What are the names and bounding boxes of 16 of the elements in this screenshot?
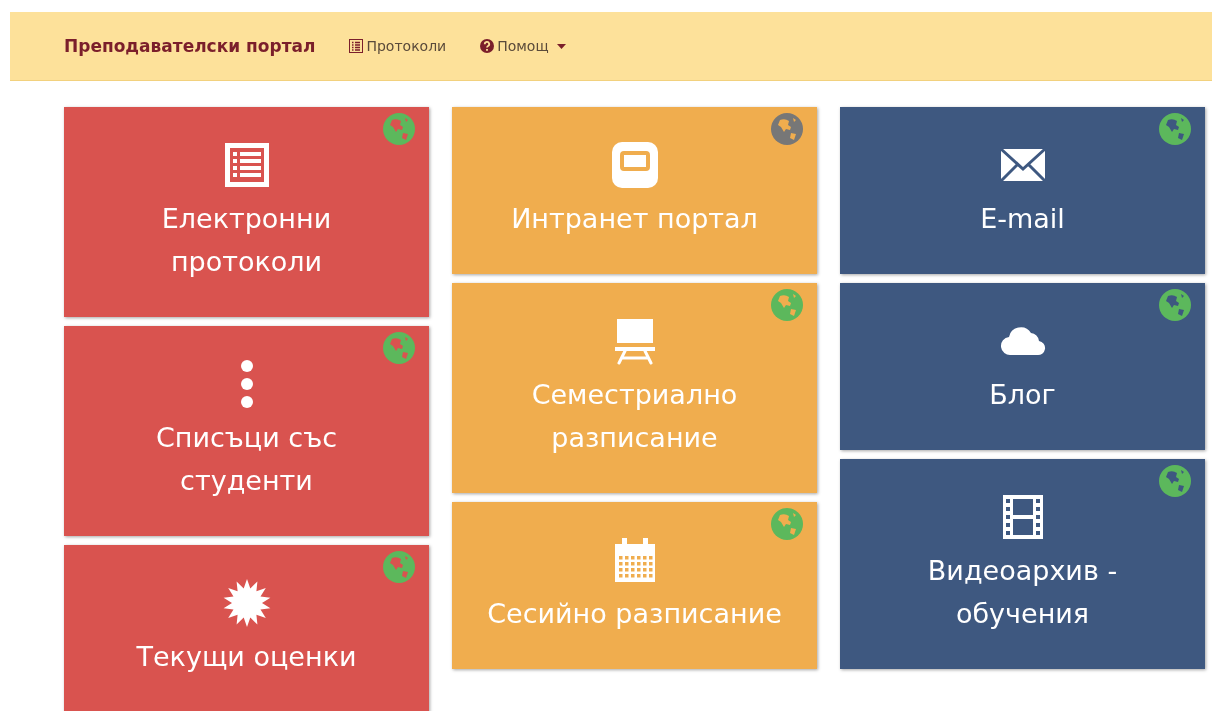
panel-icon: [610, 141, 659, 189]
nav-link[interactable]: Протоколи: [349, 38, 447, 54]
app-tile[interactable]: Списъци със студенти: [64, 326, 429, 536]
nav-link[interactable]: Помощ: [480, 38, 566, 54]
app-tile[interactable]: Текущи оценки: [64, 545, 429, 711]
starburst-icon: [222, 579, 271, 627]
list-icon: [222, 141, 271, 189]
vertical-dots-icon: [240, 360, 253, 408]
app-tile[interactable]: E-mail: [840, 107, 1205, 274]
help-icon: [480, 39, 495, 53]
list-icon: [349, 39, 364, 53]
caret-icon: [556, 43, 566, 49]
brand-link[interactable]: Преподавателски портал: [64, 36, 316, 56]
app-tile[interactable]: Блог: [840, 283, 1205, 450]
app-tile[interactable]: Видеоархив - обучения: [840, 459, 1205, 669]
app-tile[interactable]: Електронни протоколи: [64, 107, 429, 317]
